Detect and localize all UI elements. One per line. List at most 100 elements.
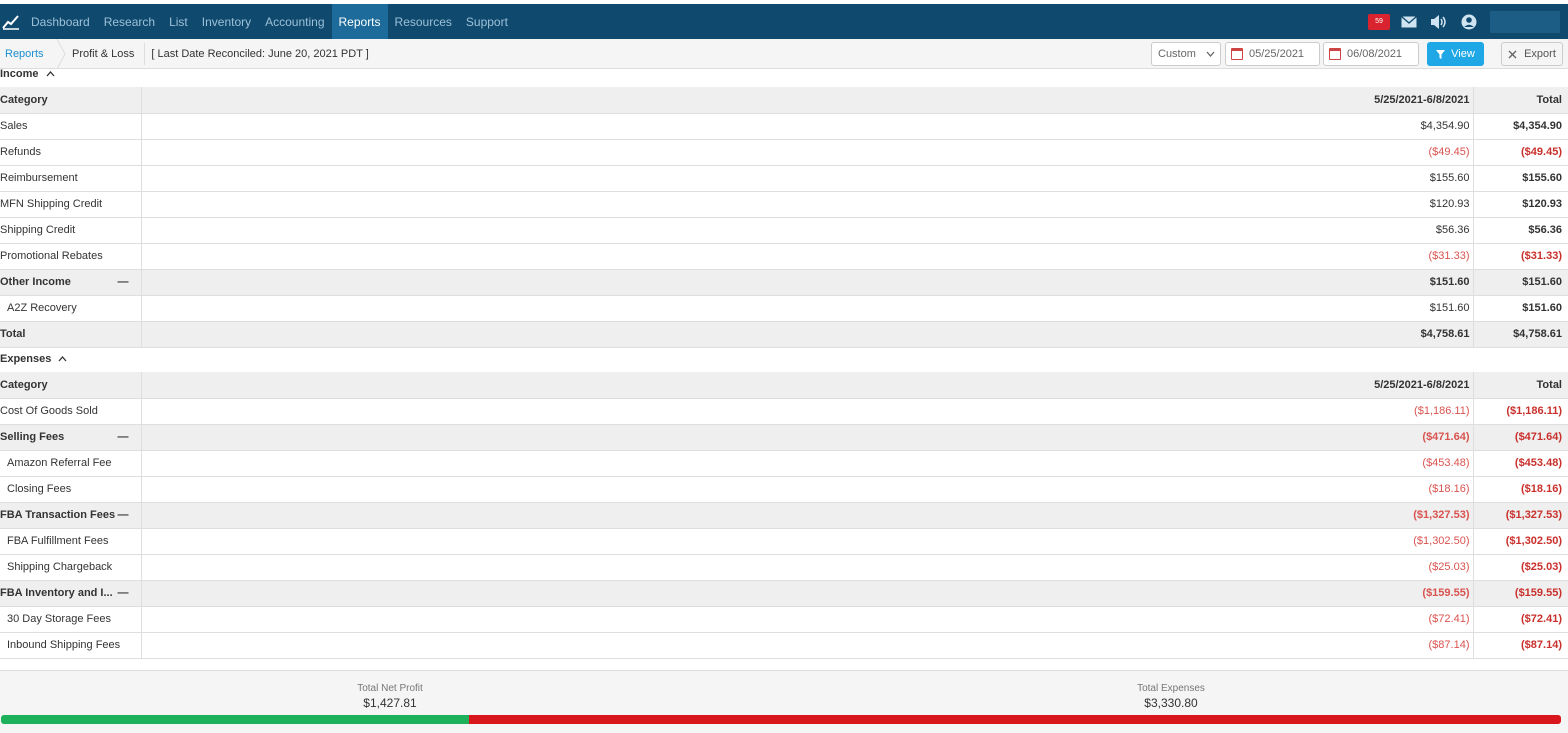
- top-nav: Dashboard Research List Inventory Accoun…: [0, 4, 1568, 39]
- user-icon[interactable]: [1457, 4, 1481, 39]
- period-value: $155.60: [141, 165, 1474, 192]
- date-range-select[interactable]: Custom: [1151, 42, 1221, 66]
- row-label: FBA Transaction Fees —: [0, 502, 142, 529]
- total-value: ($159.55): [1473, 580, 1568, 607]
- chevron-up-icon[interactable]: [46, 71, 55, 77]
- income-title: Income: [0, 68, 39, 80]
- period-value: ($159.55): [141, 580, 1474, 607]
- table-row: Cost Of Goods Sold ($1,186.11) ($1,186.11): [0, 398, 1568, 425]
- total-value: $120.93: [1473, 191, 1568, 218]
- period-value: ($18.16): [141, 476, 1474, 503]
- total-value: $4,758.61: [1473, 321, 1568, 348]
- nav-resources[interactable]: Resources: [388, 4, 459, 39]
- total-value: $151.60: [1473, 295, 1568, 322]
- view-button[interactable]: View: [1427, 42, 1484, 66]
- total-expenses-stat: Total Expenses $3,330.80: [1111, 683, 1231, 710]
- total-value: ($49.45): [1473, 139, 1568, 166]
- row-label-text: Shipping Chargeback: [7, 561, 113, 573]
- period-value: $151.60: [141, 269, 1474, 296]
- table-row: Refunds ($49.45) ($49.45): [0, 139, 1568, 166]
- export-button[interactable]: Export: [1501, 42, 1563, 66]
- row-label: Selling Fees —: [0, 424, 142, 451]
- total-row: Total $4,758.61 $4,758.61: [0, 321, 1568, 348]
- collapse-icon[interactable]: —: [118, 431, 129, 443]
- row-label-text: Total: [0, 328, 26, 340]
- row-label-text: MFN Shipping Credit: [0, 198, 103, 210]
- period-value: ($31.33): [141, 243, 1474, 270]
- chevron-up-icon[interactable]: [58, 356, 67, 362]
- profit-bar-segment: [1, 715, 469, 724]
- total-value: $151.60: [1473, 269, 1568, 296]
- total-value: ($1,186.11): [1473, 398, 1568, 425]
- table-row: Shipping Chargeback ($25.03) ($25.03): [0, 554, 1568, 581]
- table-row: FBA Fulfillment Fees ($1,302.50) ($1,302.5…: [0, 528, 1568, 555]
- profit-expense-bar: [1, 715, 1561, 724]
- total-value: ($1,327.53): [1473, 502, 1568, 529]
- total-value: ($87.14): [1473, 632, 1568, 659]
- group-row[interactable]: Other Income — $151.60 $151.60: [0, 269, 1568, 296]
- collapse-icon[interactable]: —: [118, 587, 129, 599]
- logo-icon[interactable]: [2, 13, 20, 31]
- total-header: Total: [1473, 372, 1568, 399]
- row-label-text: Other Income: [0, 276, 71, 288]
- row-label: Amazon Referral Fee: [0, 450, 142, 477]
- nav-list[interactable]: List: [162, 4, 195, 39]
- group-row[interactable]: Selling Fees — ($471.64) ($471.64): [0, 424, 1568, 451]
- calendar-icon: [1329, 48, 1341, 60]
- expense-bar-segment: [469, 715, 1561, 724]
- row-label-text: Cost Of Goods Sold: [0, 405, 98, 417]
- nav-accounting[interactable]: Accounting: [258, 4, 331, 39]
- total-value: ($18.16): [1473, 476, 1568, 503]
- group-row[interactable]: FBA Transaction Fees — ($1,327.53) ($1,327.…: [0, 502, 1568, 529]
- period-value: ($1,302.50): [141, 528, 1474, 555]
- notification-badge[interactable]: 59: [1368, 13, 1390, 30]
- row-label: Shipping Credit: [0, 217, 142, 244]
- collapse-icon[interactable]: —: [118, 276, 129, 288]
- row-label-text: FBA Inventory and I...: [0, 587, 113, 599]
- income-section-header[interactable]: Income: [0, 67, 55, 81]
- period-value: ($87.14): [141, 632, 1474, 659]
- period-value: $151.60: [141, 295, 1474, 322]
- expenses-table: Category 5/25/2021-6/8/2021 Total Cost O…: [0, 372, 1568, 659]
- nav-dashboard[interactable]: Dashboard: [24, 4, 97, 39]
- speaker-icon[interactable]: [1427, 4, 1451, 39]
- expenses-section-header[interactable]: Expenses: [0, 352, 67, 366]
- period-value: ($49.45): [141, 139, 1474, 166]
- end-date-input[interactable]: 06/08/2021: [1323, 42, 1419, 66]
- row-label-text: Sales: [0, 120, 28, 132]
- row-label: 30 Day Storage Fees: [0, 606, 142, 633]
- nav-reports[interactable]: Reports: [331, 4, 388, 39]
- group-row[interactable]: FBA Inventory and I... — ($159.55) ($159.55…: [0, 580, 1568, 607]
- period-value: ($453.48): [141, 450, 1474, 477]
- row-label: Cost Of Goods Sold: [0, 398, 142, 425]
- net-profit-label: Total Net Profit: [357, 683, 423, 694]
- total-value: $56.36: [1473, 217, 1568, 244]
- nav-research[interactable]: Research: [97, 4, 162, 39]
- period-value: $4,758.61: [141, 321, 1474, 348]
- period-value: ($1,186.11): [141, 398, 1474, 425]
- period-value: ($72.41): [141, 606, 1474, 633]
- row-label: A2Z Recovery: [0, 295, 142, 322]
- nav-inventory[interactable]: Inventory: [195, 4, 258, 39]
- row-label: Reimbursement: [0, 165, 142, 192]
- mail-icon[interactable]: [1397, 4, 1421, 39]
- user-name-box[interactable]: [1490, 10, 1560, 33]
- row-label-text: Shipping Credit: [0, 224, 76, 236]
- start-date-input[interactable]: 05/25/2021: [1225, 42, 1320, 66]
- row-label: Other Income —: [0, 269, 142, 296]
- row-label-text: Refunds: [0, 146, 41, 158]
- table-row: Sales $4,354.90 $4,354.90: [0, 113, 1568, 140]
- row-label: Total: [0, 321, 142, 348]
- nav-support[interactable]: Support: [459, 4, 515, 39]
- breadcrumb-reports[interactable]: Reports: [0, 39, 56, 69]
- collapse-icon[interactable]: —: [118, 509, 129, 521]
- table-row: Promotional Rebates ($31.33) ($31.33): [0, 243, 1568, 270]
- date-range-value: Custom: [1158, 48, 1196, 60]
- row-label-text: FBA Fulfillment Fees: [7, 535, 109, 547]
- income-table: Category 5/25/2021-6/8/2021 Total Sales $…: [0, 87, 1568, 348]
- period-value: ($1,327.53): [141, 502, 1474, 529]
- period-value: $56.36: [141, 217, 1474, 244]
- row-label-text: Inbound Shipping Fees: [7, 639, 121, 651]
- table-header-row: Category 5/25/2021-6/8/2021 Total: [0, 87, 1568, 114]
- total-value: ($31.33): [1473, 243, 1568, 270]
